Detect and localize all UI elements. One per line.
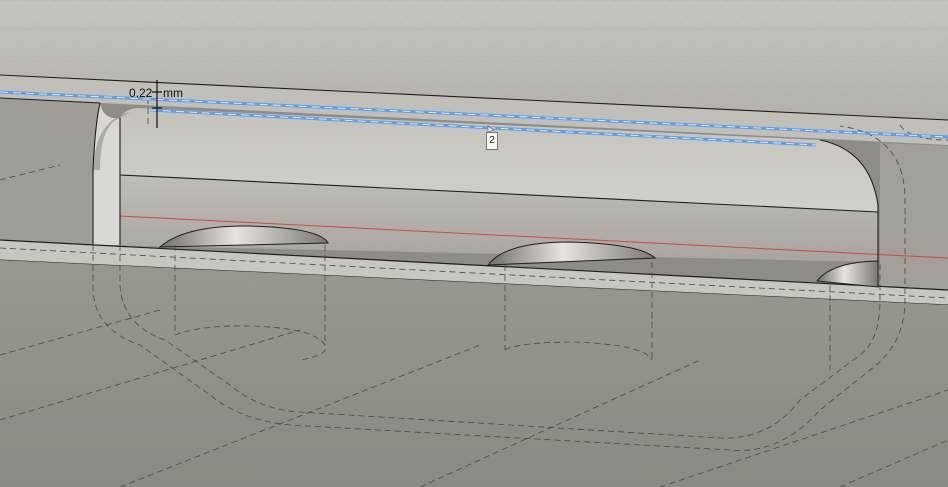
model-canvas[interactable]	[0, 0, 948, 487]
right-body	[880, 143, 948, 300]
3d-viewport[interactable]: 0.22 mm 2	[0, 0, 948, 487]
dimension-unit: mm	[163, 86, 183, 100]
edge-count-tag[interactable]: 2	[486, 132, 498, 150]
pocket-left-wall	[93, 103, 120, 245]
dimension-value[interactable]: 0.22	[129, 86, 152, 100]
left-body	[0, 98, 100, 245]
